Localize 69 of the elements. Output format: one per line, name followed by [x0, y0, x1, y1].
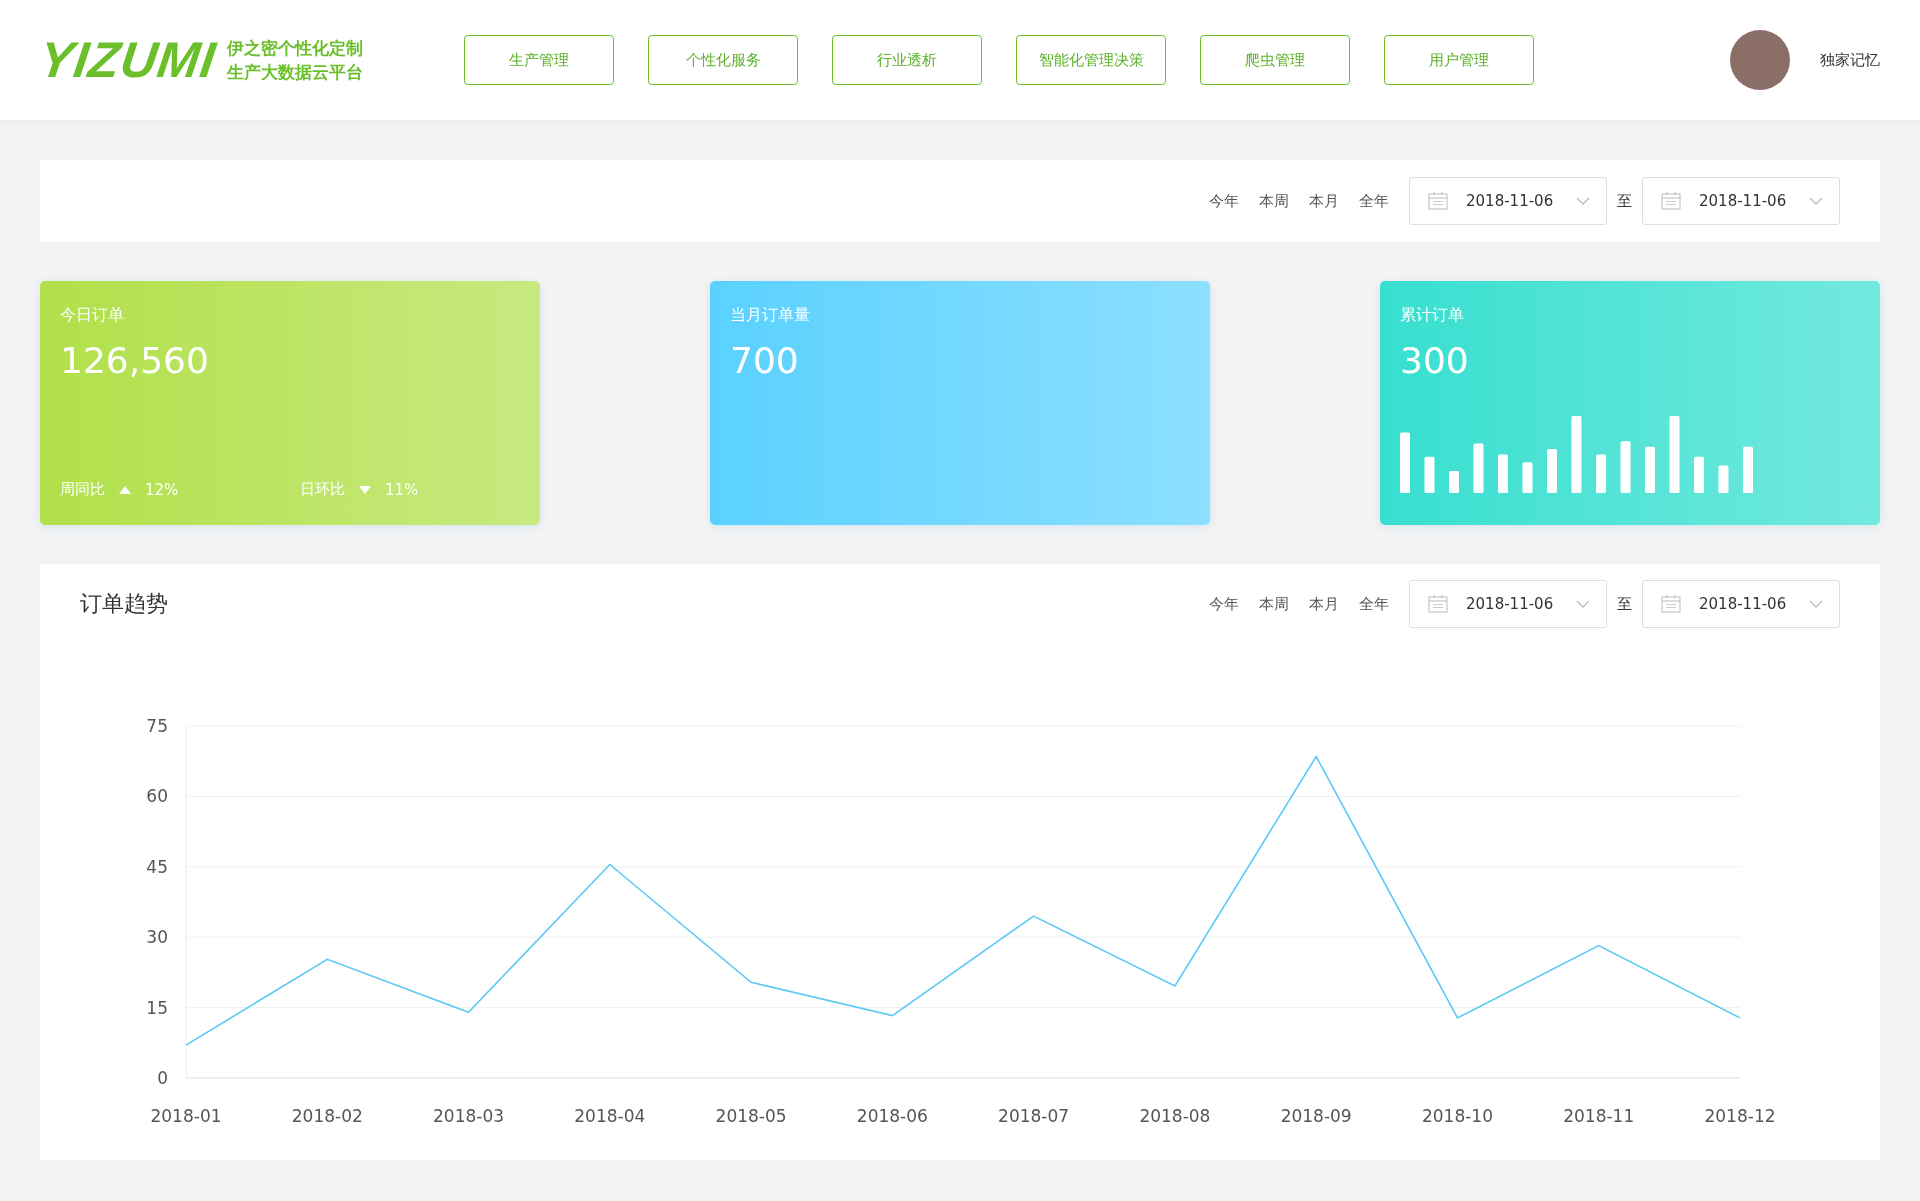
chevron-down-icon	[1809, 197, 1823, 205]
range-option[interactable]: 本周	[1259, 191, 1289, 211]
chevron-down-icon	[1576, 600, 1590, 608]
card-title: 当月订单量	[730, 305, 811, 326]
x-tick-label: 2018-12	[1704, 1106, 1776, 1126]
x-tick-label: 2018-06	[856, 1106, 928, 1126]
range-option[interactable]: 本周	[1259, 594, 1289, 614]
date-picker[interactable]: 2018-11-06	[1642, 580, 1840, 628]
x-tick-label: 2018-01	[150, 1106, 222, 1126]
x-tick-label: 2018-05	[715, 1106, 787, 1126]
chevron-down-icon	[1809, 600, 1823, 608]
mini-bar	[1596, 454, 1606, 493]
mini-bar	[1449, 471, 1459, 493]
logo-subtitle: 生产大数据云平台	[227, 61, 364, 84]
range-option[interactable]: 本月	[1309, 191, 1339, 211]
range-option[interactable]: 全年	[1359, 191, 1389, 211]
mini-bar	[1645, 446, 1655, 493]
y-tick-label: 60	[146, 786, 168, 807]
panel-title: 订单趋势	[80, 590, 168, 618]
compare-label: 周同比	[60, 480, 105, 499]
x-tick-label: 2018-07	[998, 1106, 1070, 1126]
range-separator: 至	[1617, 594, 1632, 614]
range-separator: 至	[1617, 191, 1632, 211]
card-value: 126,560	[60, 340, 210, 381]
calendar-icon	[1661, 192, 1681, 210]
x-tick-label: 2018-11	[1563, 1106, 1635, 1126]
mini-bar	[1522, 462, 1533, 493]
x-tick-label: 2018-10	[1421, 1106, 1493, 1126]
x-tick-label: 2018-02	[291, 1106, 363, 1126]
logo-subtitle: 伊之密个性化定制	[227, 37, 364, 60]
mini-bar	[1473, 443, 1484, 493]
calendar-icon	[1428, 595, 1448, 613]
range-option[interactable]: 今年	[1209, 594, 1239, 614]
card-value: 300	[1400, 340, 1470, 381]
compare-label: 日环比	[300, 480, 345, 499]
x-tick-label: 2018-09	[1280, 1106, 1352, 1126]
card-title: 今日订单	[60, 305, 125, 326]
logo: YIZUMI	[35, 31, 220, 89]
y-tick-label: 75	[146, 716, 168, 736]
date-picker[interactable]: 2018-11-06	[1409, 177, 1607, 225]
y-tick-label: 0	[157, 1068, 168, 1088]
chevron-down-icon	[1576, 197, 1590, 205]
mini-bar	[1424, 456, 1435, 493]
compare-value: 12%	[145, 480, 179, 499]
mini-bar	[1718, 465, 1729, 493]
avatar[interactable]	[1730, 30, 1790, 90]
x-tick-label: 2018-08	[1139, 1106, 1211, 1126]
range-option[interactable]: 今年	[1209, 191, 1239, 211]
user-name[interactable]: 独家记忆	[1820, 50, 1880, 70]
calendar-icon	[1428, 192, 1448, 210]
mini-bar	[1400, 432, 1410, 493]
y-tick-label: 30	[146, 927, 168, 948]
calendar-icon	[1661, 595, 1681, 613]
mini-bar	[1547, 449, 1557, 493]
x-tick-label: 2018-03	[433, 1106, 505, 1126]
y-tick-label: 45	[146, 856, 168, 877]
date-picker[interactable]: 2018-11-06	[1642, 177, 1840, 225]
range-option[interactable]: 本月	[1309, 594, 1339, 614]
card-value: 700	[730, 340, 800, 381]
mini-bar	[1743, 446, 1753, 493]
x-tick-label: 2018-04	[574, 1106, 646, 1126]
compare-value: 11%	[385, 480, 419, 499]
mini-bar	[1498, 454, 1508, 493]
mini-bar	[1620, 441, 1631, 493]
range-option[interactable]: 全年	[1359, 594, 1389, 614]
mini-bar	[1694, 456, 1704, 493]
date-picker[interactable]: 2018-11-06	[1409, 580, 1607, 628]
y-tick-label: 15	[146, 997, 168, 1018]
card-title: 累计订单	[1400, 305, 1465, 326]
